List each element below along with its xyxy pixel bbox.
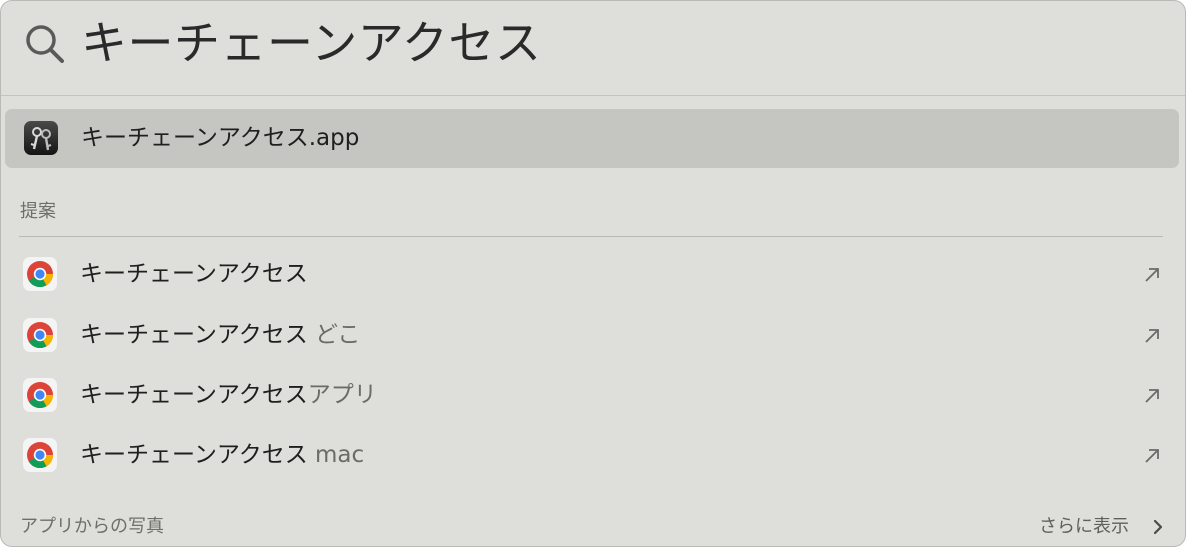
spotlight-panel: キーチェーンアクセス キーチェーンアクセス.app 提案 キーチェーンアクセス …	[0, 0, 1186, 547]
divider	[19, 236, 1163, 237]
chrome-icon	[23, 318, 57, 352]
top-hit-result[interactable]: キーチェーンアクセス.app	[5, 109, 1179, 168]
chrome-icon	[23, 438, 57, 472]
suggestion-row[interactable]: キーチェーンアクセス どこ	[1, 305, 1185, 365]
search-bar[interactable]: キーチェーンアクセス	[1, 1, 1185, 96]
arrow-up-right-icon[interactable]	[1143, 387, 1161, 405]
search-icon	[26, 25, 64, 63]
show-more-link[interactable]: さらに表示	[1039, 515, 1129, 539]
arrow-up-right-icon[interactable]	[1143, 266, 1161, 284]
suggestion-label: キーチェーンアクセス	[80, 244, 308, 304]
suggestion-label: キーチェーンアクセス mac	[80, 425, 364, 485]
section-title-suggestions: 提案	[20, 201, 56, 222]
chrome-icon	[23, 378, 57, 412]
top-hit-label: キーチェーンアクセス.app	[81, 125, 360, 151]
chevron-right-icon[interactable]	[1151, 517, 1165, 537]
suggestion-label: キーチェーンアクセスアプリ	[80, 365, 377, 425]
suggestion-label-suffix: アプリ	[307, 382, 377, 408]
suggestion-row[interactable]: キーチェーンアクセス mac	[1, 425, 1185, 485]
arrow-up-right-icon[interactable]	[1143, 327, 1161, 345]
section-title-photos: アプリからの写真	[20, 516, 164, 537]
suggestion-label-prefix: キーチェーンアクセス	[80, 322, 308, 348]
suggestion-row[interactable]: キーチェーンアクセスアプリ	[1, 365, 1185, 425]
suggestion-label-suffix: どこ	[307, 322, 361, 348]
suggestion-label-suffix: mac	[307, 442, 365, 468]
arrow-up-right-icon[interactable]	[1143, 447, 1161, 465]
suggestion-row[interactable]: キーチェーンアクセス	[1, 244, 1185, 304]
suggestion-label: キーチェーンアクセス どこ	[80, 305, 360, 365]
suggestion-label-prefix: キーチェーンアクセス	[80, 261, 308, 287]
chrome-icon	[23, 257, 57, 291]
search-input[interactable]: キーチェーンアクセス	[81, 13, 541, 73]
suggestion-label-prefix: キーチェーンアクセス	[80, 382, 308, 408]
suggestion-label-prefix: キーチェーンアクセス	[80, 442, 308, 468]
keychain-access-icon	[24, 121, 58, 155]
